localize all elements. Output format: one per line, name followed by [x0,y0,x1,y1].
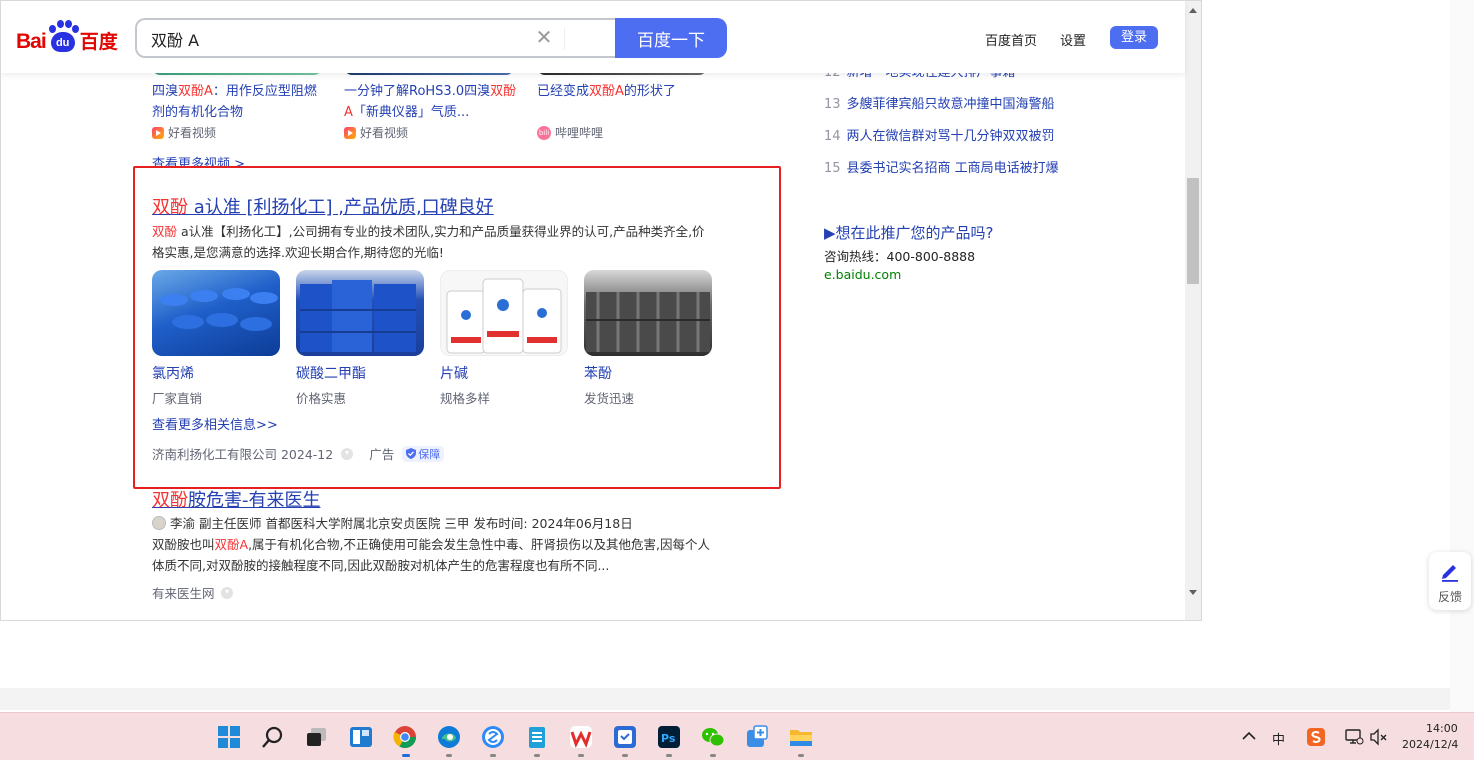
baidu-home-link[interactable]: 百度首页 [985,30,1037,49]
chevron-down-icon[interactable] [220,586,233,599]
file-explorer-icon[interactable] [789,725,813,749]
login-button[interactable]: 登录 [1110,26,1158,49]
search-box: ✕ [135,18,616,58]
video-title[interactable]: 一分钟了解RoHS3.0四溴双酚A「新典仪器」气质... [344,81,520,123]
product-image[interactable] [152,270,280,356]
result-author-meta: 李渝 副主任医师 首都医科大学附属北京安贞医院 三甲 发布时间: 2024年06… [152,513,633,532]
ad-title-link[interactable]: 双酚 a认准 [利扬化工] ,产品优质,口碑良好 [152,193,494,219]
hot-search-item[interactable]: 13 多艘菲律宾船只故意冲撞中国海警船 [824,93,1055,112]
hot-search-item[interactable]: 15 县委书记实名招商 工商局电话被打爆 [824,157,1059,176]
promo-title-link[interactable]: ▶想在此推广您的产品吗? [824,222,994,243]
video-title[interactable]: 已经变成双酚A的形状了 [537,81,713,102]
shield-check-icon [406,448,417,459]
ad-footer: 济南利扬化工有限公司 2024-12 广告 保障 [152,444,445,463]
video-source: 好看视频 [152,124,216,141]
pencil-icon [1442,565,1458,582]
settings-link[interactable]: 设置 [1060,30,1086,49]
ad-company[interactable]: 济南利扬化工有限公司 2024-12 [152,444,333,463]
promo-url[interactable]: e.baidu.com [824,267,901,282]
ad-more-info-link[interactable]: 查看更多相关信息>> [152,414,278,433]
result-source-name[interactable]: 有来医生网 [152,583,215,602]
chrome-icon[interactable] [393,725,417,749]
video-source: 好看视频 [344,124,408,141]
ad-item-label[interactable]: 苯酚 [584,363,612,383]
ad-item-subtitle: 厂家直销 [152,391,203,406]
search-button[interactable]: 百度一下 [615,18,727,58]
active-app-indicator [402,754,410,757]
windows-start-icon[interactable] [217,725,241,749]
paw-logo-icon: du [47,20,79,54]
ad-label: 广告 [369,447,395,462]
result-source: 有来医生网 [152,583,233,602]
search-input[interactable] [151,29,531,49]
product-image[interactable] [440,270,568,356]
clock-time[interactable]: 14:00 [1426,722,1458,735]
app-indicator [578,754,584,757]
ime-indicator[interactable]: 中 [1272,729,1285,748]
task-view-icon[interactable] [305,725,329,749]
clock-date[interactable]: 2024/12/4 [1402,738,1458,751]
video-title[interactable]: 四溴双酚A：用作反应型阻燃剂的有机化合物 [152,81,328,123]
wechat-icon[interactable] [701,725,725,749]
haokan-logo-icon [344,126,356,139]
chevron-up-icon[interactable] [1240,727,1258,745]
ad-item-label[interactable]: 碳酸二甲酯 [296,363,366,383]
app-indicator [710,754,716,757]
search-header: Bai du 百度 ✕ 百度一下 百度首页 设置 登录 [1,1,1185,73]
app-indicator [446,754,452,757]
bilibili-logo-icon: bili [537,125,551,140]
ad-item-label[interactable]: 片碱 [440,363,468,383]
network-icon[interactable] [1344,727,1364,747]
promo-hotline: 咨询热线：400-800-8888 [824,249,976,264]
app-indicator [622,754,628,757]
results-content: 四溴双酚A：用作反应型阻燃剂的有机化合物 一分钟了解RoHS3.0四溴双酚A「新… [1,1,1185,620]
search-divider [564,28,565,50]
result-title-link[interactable]: 双酚胺危害-有来医生 [152,486,321,512]
chevron-down-icon[interactable] [341,447,354,460]
vertical-scrollbar[interactable] [1185,1,1201,620]
browser-viewport: 四溴双酚A：用作反应型阻燃剂的有机化合物 一分钟了解RoHS3.0四溴双酚A「新… [0,0,1202,621]
ad-description: 双酚 a认准【利扬化工】,公司拥有专业的技术团队,实力和产品质量获得业界的认可,… [152,224,705,260]
scroll-up-arrow-icon[interactable] [1189,8,1197,13]
ad-item-subtitle: 规格多样 [440,391,491,406]
widgets-icon[interactable] [349,725,373,749]
search-icon[interactable] [261,725,285,749]
feedback-button[interactable]: 反馈 [1429,552,1471,610]
notepad-icon[interactable] [525,725,549,749]
scroll-thumb[interactable] [1187,178,1199,284]
photoshop-icon[interactable]: Ps [657,725,681,749]
guarantee-badge[interactable]: 保障 [402,445,445,462]
result-description: 双酚胺也叫双酚A,属于有机化合物,不正确使用可能会发生急性中毒、肝肾损伤以及其他… [152,537,710,573]
ad-item-subtitle: 价格实惠 [296,391,347,406]
ad-item-label[interactable]: 氯丙烯 [152,363,194,383]
sogou-ime-icon[interactable] [1306,727,1326,747]
video-source: bili 哔哩哔哩 [537,125,604,140]
wps-office-icon[interactable] [569,725,593,749]
baidu-logo[interactable]: Bai du 百度 [16,20,120,54]
sogou-browser-icon[interactable] [481,725,505,749]
page-bottom-band [0,688,1450,710]
close-icon[interactable]: ✕ [535,28,553,48]
haokan-logo-icon [152,126,164,139]
app-indicator [798,754,804,757]
hot-search-item[interactable]: 14 两人在微信群对骂十几分钟双双被罚 [824,125,1055,144]
product-image[interactable] [584,270,712,356]
app-indicator [666,754,672,757]
svg-text:Ps: Ps [661,732,676,745]
app-indicator [534,754,540,757]
scroll-down-arrow-icon[interactable] [1189,590,1197,595]
ad-item-subtitle: 发货迅速 [584,391,635,406]
snipping-tool-icon[interactable] [745,725,769,749]
security-app-icon[interactable] [613,725,637,749]
volume-muted-icon[interactable] [1368,727,1388,747]
product-image[interactable] [296,270,424,356]
app-indicator [490,754,496,757]
edge-icon[interactable] [437,725,461,749]
avatar [152,515,166,530]
taskbar: Ps 中 14:00 2024/12/4 [0,712,1474,760]
